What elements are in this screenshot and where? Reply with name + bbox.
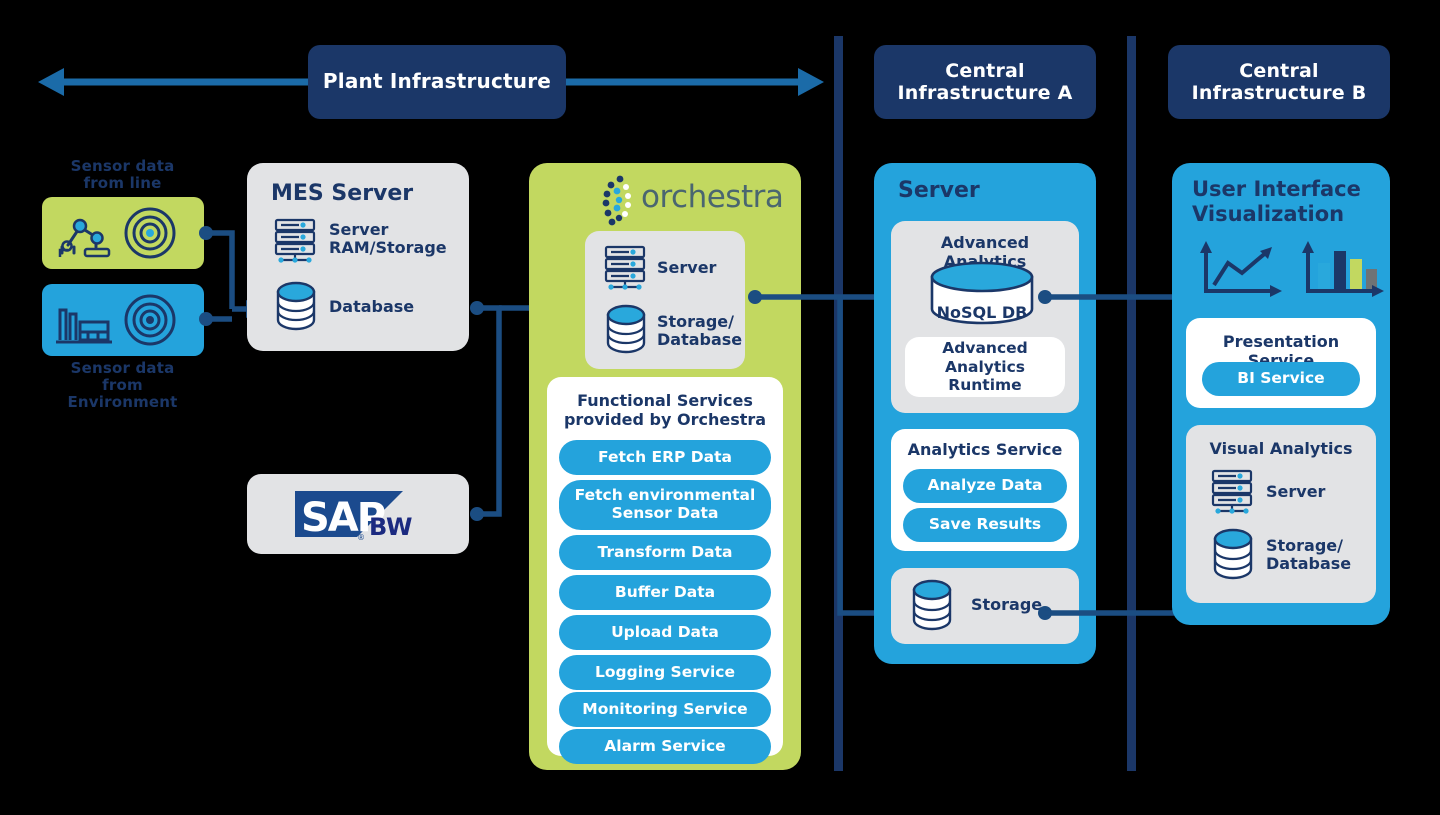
orchestra-storage-label: Storage/ Database (657, 312, 743, 350)
sap-bw-box: SAP BW ® (247, 474, 469, 554)
service-label: Buffer Data (614, 582, 716, 601)
header-central-infrastructure-a: Central Infrastructure A (874, 45, 1096, 119)
central-a-storage-label: Storage (971, 595, 1043, 614)
server-rack-icon (1211, 469, 1253, 514)
header-central-infrastructure-b-label: Central Infrastructure B (1191, 59, 1367, 104)
bi-service-label: BI Service (1237, 369, 1325, 388)
mes-server-title-label: MES Server (271, 181, 414, 206)
bi-service-pill[interactable]: BI Service (1202, 362, 1360, 396)
orchestra-server-label: Server (657, 258, 717, 277)
database-cylinder-icon (606, 304, 646, 354)
service-transform-data[interactable]: Transform Data (559, 535, 771, 570)
server-rack-icon (274, 218, 316, 263)
service-upload-data[interactable]: Upload Data (559, 615, 771, 650)
central-a-server-title: Server (898, 178, 980, 203)
svg-text:BW: BW (369, 513, 412, 541)
service-monitoring-service[interactable]: Monitoring Service (559, 692, 771, 727)
visual-analytics-box: Visual Analytics Server Storage/ Databas… (1186, 425, 1376, 603)
service-label: Upload Data (611, 622, 719, 641)
sensor-environment-caption-label: Sensor data from Environment (67, 359, 178, 411)
visual-analytics-server-label: Server (1266, 482, 1326, 501)
header-plant-infrastructure-label: Plant Infrastructure (322, 69, 552, 94)
service-fetch-erp-data[interactable]: Fetch ERP Data (559, 440, 771, 475)
header-central-infrastructure-a-label: Central Infrastructure A (897, 59, 1073, 104)
service-label: Logging Service (595, 662, 735, 681)
sensor-environment-caption: Sensor data from Environment (40, 360, 205, 410)
visual-analytics-storage-label: Storage/ Database (1266, 536, 1352, 574)
service-label: Fetch ERP Data (598, 447, 732, 466)
robot-arm-icon (58, 218, 111, 258)
visual-analytics-title: Visual Analytics (1209, 439, 1353, 458)
service-label: Transform Data (597, 542, 733, 561)
bar-chart-icon (1302, 241, 1384, 297)
factory-icon (56, 308, 112, 344)
service-label: Alarm Service (604, 736, 726, 755)
sensor-line-caption-label: Sensor data from line (70, 157, 175, 192)
database-cylinder-icon (1213, 528, 1253, 580)
sap-bw-logo: SAP BW ® (295, 491, 412, 542)
database-cylinder-icon (276, 281, 316, 331)
database-cylinder-icon (912, 579, 952, 631)
architecture-diagram: Plant Infrastructure Central Infrastruct… (0, 0, 1440, 815)
functional-services-title: Functional Services provided by Orchestr… (563, 391, 767, 430)
central-b-ui-panel: User Interface Visualization Presentatio… (1172, 163, 1390, 625)
action-label: Analyze Data (927, 476, 1043, 495)
presentation-service-box: Presentation Service BI Service (1186, 318, 1376, 408)
service-buffer-data[interactable]: Buffer Data (559, 575, 771, 610)
orchestra-core-box: Server Storage/ Database (585, 231, 745, 369)
server-rack-icon (604, 245, 646, 290)
header-plant-infrastructure: Plant Infrastructure (308, 45, 566, 119)
mes-server-title: MES Server (271, 181, 413, 206)
line-chart-icon (1200, 241, 1282, 297)
action-label: Save Results (928, 515, 1042, 534)
service-alarm-service[interactable]: Alarm Service (559, 729, 771, 764)
orchestra-logo-text: orchestra (641, 179, 784, 215)
service-label: Fetch environmental Sensor Data (574, 486, 756, 522)
orchestra-dots-icon (602, 175, 631, 226)
mes-database-item-label: Database (329, 297, 415, 316)
sensor-line-caption: Sensor data from line (40, 158, 205, 192)
central-b-ui-title: User Interface Visualization (1192, 177, 1361, 226)
service-logging-service[interactable]: Logging Service (559, 655, 771, 690)
service-fetch-environmental-sensor-data[interactable]: Fetch environmental Sensor Data (559, 480, 771, 530)
service-label: Monitoring Service (582, 699, 748, 718)
mes-server-item-label: Server RAM/Storage (329, 220, 447, 258)
header-central-infrastructure-b: Central Infrastructure B (1168, 45, 1390, 119)
nosql-db-label: NoSQL DB (936, 303, 1028, 322)
mes-server-box: MES Server Server RAM/Storage Database (247, 163, 469, 351)
svg-text:®: ® (357, 533, 365, 542)
